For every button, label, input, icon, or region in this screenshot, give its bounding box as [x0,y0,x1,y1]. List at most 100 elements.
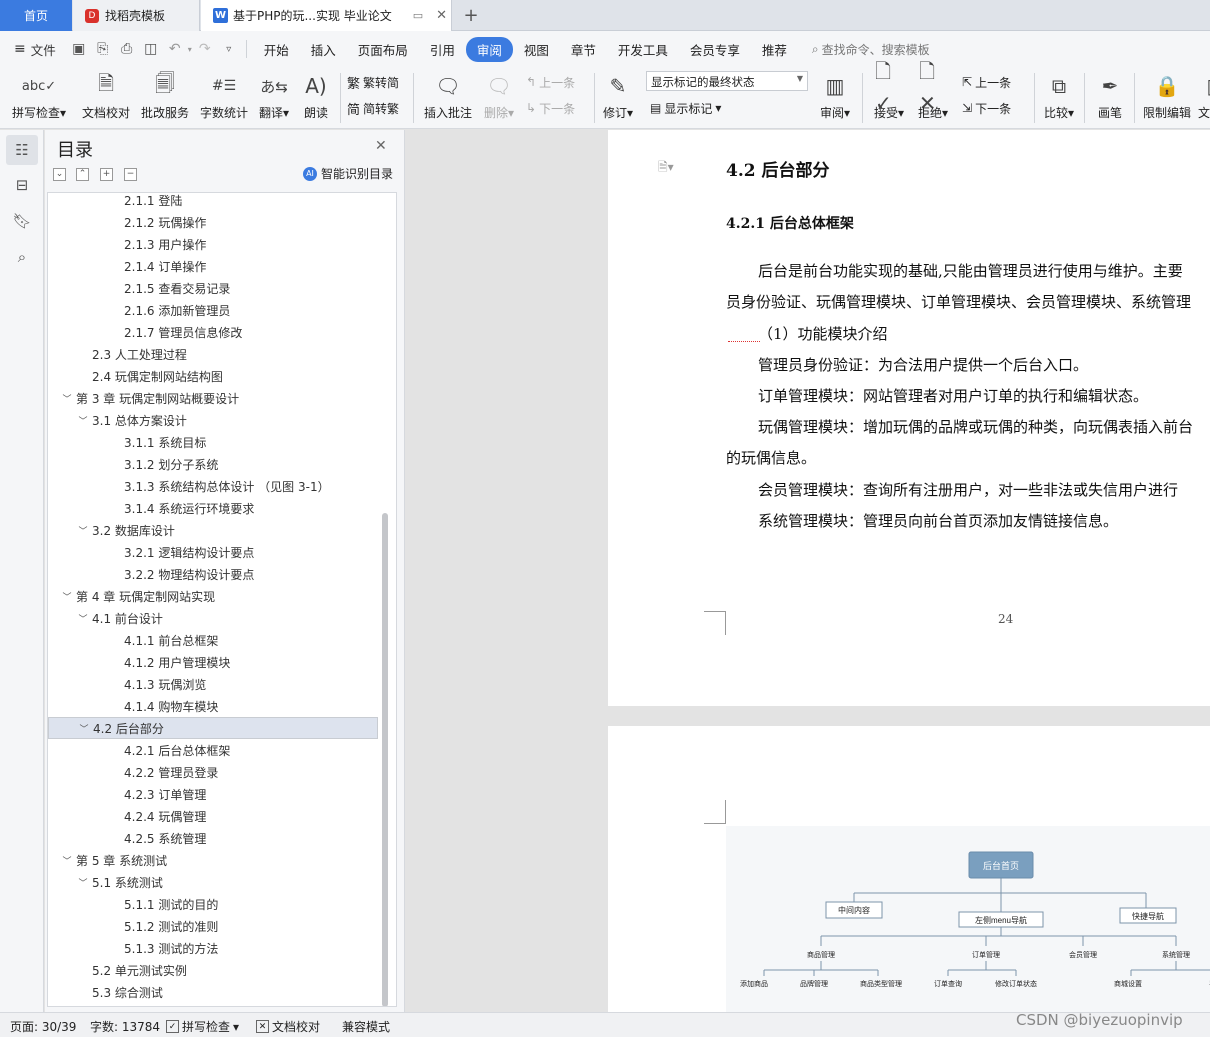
menu-tab-item[interactable]: 视图 [513,36,560,63]
next-change-button[interactable]: ⇲ 下一条 [962,97,1011,119]
toc-item[interactable]: ﹀ 5.1 系统测试 [48,871,378,893]
menu-tab-item[interactable]: 会员专享 [679,36,751,63]
toc-item[interactable]: 5.1.2 测试的准则 [48,915,378,937]
show-markup-button[interactable]: ▤ 显示标记 ▾ [650,97,721,119]
tab-monitor-icon[interactable]: ▭ [413,9,423,22]
toc-item[interactable]: 2.1.6 添加新管理员 [48,299,378,321]
expand-level-icon[interactable]: + [100,168,113,181]
customize-toolbar-icon[interactable]: ▿ [218,38,240,60]
toc-item[interactable]: 4.2.5 系统管理 [48,827,378,849]
file-menu[interactable]: ≡ 文件 [14,40,56,59]
accept-button[interactable]: 🗋✓ 接受▾ [870,59,908,129]
chevron-down-icon[interactable]: ﹀ [77,722,91,735]
toc-item[interactable]: 2.4 玩偶定制网站结构图 [48,365,378,387]
undo-icon[interactable]: ↶ [164,38,186,60]
translate-button[interactable]: あ⇆ 翻译▾ [256,67,292,129]
tab-home[interactable]: 首页 [0,0,72,31]
doc-proof-button[interactable]: 🗎 文档校对 [78,67,134,129]
status-doc-proof[interactable]: ✕ 文档校对 [256,1018,320,1035]
menu-tab-item[interactable]: 章节 [560,36,607,63]
toc-item[interactable]: 4.1.4 购物车模块 [48,695,378,717]
toc-item[interactable]: 4.2.2 管理员登录 [48,761,378,783]
collapse-all-icon[interactable]: ⌃ [76,168,89,181]
insert-comment-button[interactable]: 🗨 插入批注 [420,67,476,129]
toc-item[interactable]: 3.1.1 系统目标 [48,431,378,453]
spell-check-button[interactable]: abc✓ 拼写检查▾ [8,67,70,129]
smart-toc-button[interactable]: AI 智能识别目录 [303,165,393,182]
toc-panel-icon[interactable]: ☷ [6,135,38,165]
toc-item[interactable]: 2.1.5 查看交易记录 [48,277,378,299]
menu-tab-item[interactable]: 推荐 [751,36,798,63]
toc-item[interactable]: 4.1.2 用户管理模块 [48,651,378,673]
chevron-down-icon[interactable]: ﹀ [60,590,74,603]
toc-item[interactable]: 4.2.1 后台总体框架 [48,739,378,761]
print-icon[interactable]: ⎙ [116,38,138,60]
chevron-down-icon[interactable]: ﹀ [60,392,74,405]
s2t-button[interactable]: 简 简转繁 [347,97,399,119]
page-indicator[interactable]: 页面: 30/39 [10,1018,76,1035]
markup-state-select[interactable]: 显示标记的最终状态 ▼ [646,71,808,91]
tab-docer[interactable]: D 找稻壳模板 [73,0,200,31]
toc-item[interactable]: ﹀ 3.2 数据库设计 [48,519,378,541]
next-comment-button[interactable]: ↳ 下一条 [526,97,575,119]
batch-service-button[interactable]: 🗐 批改服务 [139,67,191,129]
toc-item[interactable]: ﹀ 4.2 后台部分 [48,717,378,739]
toc-item[interactable]: ﹀ 第 3 章 玩偶定制网站概要设计 [48,387,378,409]
toc-item[interactable]: 3.1.4 系统运行环境要求 [48,497,378,519]
review-pane-button[interactable]: ▥ 审阅▾ [815,67,855,129]
toc-item[interactable]: 5.2 单元测试实例 [48,959,378,981]
close-icon[interactable]: ✕ [375,138,387,154]
toc-item[interactable]: 2.1.7 管理员信息修改 [48,321,378,343]
chevron-down-icon[interactable]: ﹀ [60,854,74,867]
track-changes-button[interactable]: ✎ 修订▾ [600,67,636,129]
toc-item[interactable]: ﹀ 第 4 章 玩偶定制网站实现 [48,585,378,607]
chevron-down-icon[interactable]: ﹀ [76,414,90,427]
menu-tab-item[interactable]: 开始 [253,36,300,63]
tab-document[interactable]: W 基于PHP的玩...实现 毕业论文 ▭ ✕ [201,0,452,31]
delete-comment-button[interactable]: 🗨 删除▾ [480,67,518,129]
status-spell-check[interactable]: ✓ 拼写检查 ▾ [166,1018,239,1035]
save-icon[interactable]: ▣ [68,38,90,60]
chevron-down-icon[interactable]: ﹀ [76,524,90,537]
collapse-level-icon[interactable]: − [124,168,137,181]
more-button[interactable]: ▯ 文 [1198,67,1210,129]
undo-dropdown-icon[interactable]: ▾ [188,45,192,54]
prev-comment-button[interactable]: ↰ 上一条 [526,71,575,93]
toc-item[interactable]: 2.3 人工处理过程 [48,343,378,365]
toc-item[interactable]: 5.1.3 测试的方法 [48,937,378,959]
restrict-edit-button[interactable]: 🔒 限制编辑 [1140,67,1194,129]
word-count-button[interactable]: #☰ 字数统计 [198,67,250,129]
toc-item[interactable]: 3.2.1 逻辑结构设计要点 [48,541,378,563]
toc-item[interactable]: 4.1.1 前台总框架 [48,629,378,651]
menu-tab-item[interactable]: 插入 [300,36,347,63]
chevron-down-icon[interactable]: ﹀ [76,612,90,625]
toc-item[interactable]: 2.1.1 登陆 [48,193,378,211]
toc-item[interactable]: 3.2.2 物理结构设计要点 [48,563,378,585]
toc-item[interactable]: 2.1.2 玩偶操作 [48,211,378,233]
paragraph-menu-icon[interactable]: 🗎▾ [658,158,674,179]
toc-item[interactable]: 4.2.3 订单管理 [48,783,378,805]
toc-item[interactable]: 4.2.4 玩偶管理 [48,805,378,827]
export-pdf-icon[interactable]: ⎘ [92,38,114,60]
tab-close-icon[interactable]: ✕ [436,8,447,23]
toc-item[interactable]: 3.1.2 划分子系统 [48,453,378,475]
expand-all-icon[interactable]: ⌄ [53,168,66,181]
toc-item[interactable]: ﹀ 第 5 章 系统测试 [48,849,378,871]
prev-change-button[interactable]: ⇱ 上一条 [962,71,1011,93]
word-count-indicator[interactable]: 字数: 13784 [90,1018,160,1035]
bookmark-icon[interactable]: 🔖︎ [6,206,38,236]
toc-scrollbar[interactable] [382,513,388,1006]
print-preview-icon[interactable]: ◫ [140,38,162,60]
chapter-nav-icon[interactable]: ⊟ [6,170,38,200]
toc-item[interactable]: 2.1.4 订单操作 [48,255,378,277]
compare-button[interactable]: ⧉ 比较▾ [1040,67,1078,129]
menu-tab-item[interactable]: 开发工具 [607,36,679,63]
chevron-down-icon[interactable]: ﹀ [76,876,90,889]
menu-tab-item[interactable]: 引用 [419,36,466,63]
redo-icon[interactable]: ↷ [194,38,216,60]
read-aloud-button[interactable]: A) 朗读 [298,67,334,129]
toc-item[interactable]: 4.1.3 玩偶浏览 [48,673,378,695]
toc-item[interactable]: ﹀ 4.1 前台设计 [48,607,378,629]
toc-item[interactable]: 3.1.3 系统结构总体设计 （见图 3-1） [48,475,378,497]
find-icon[interactable]: ⌕ [6,242,38,272]
